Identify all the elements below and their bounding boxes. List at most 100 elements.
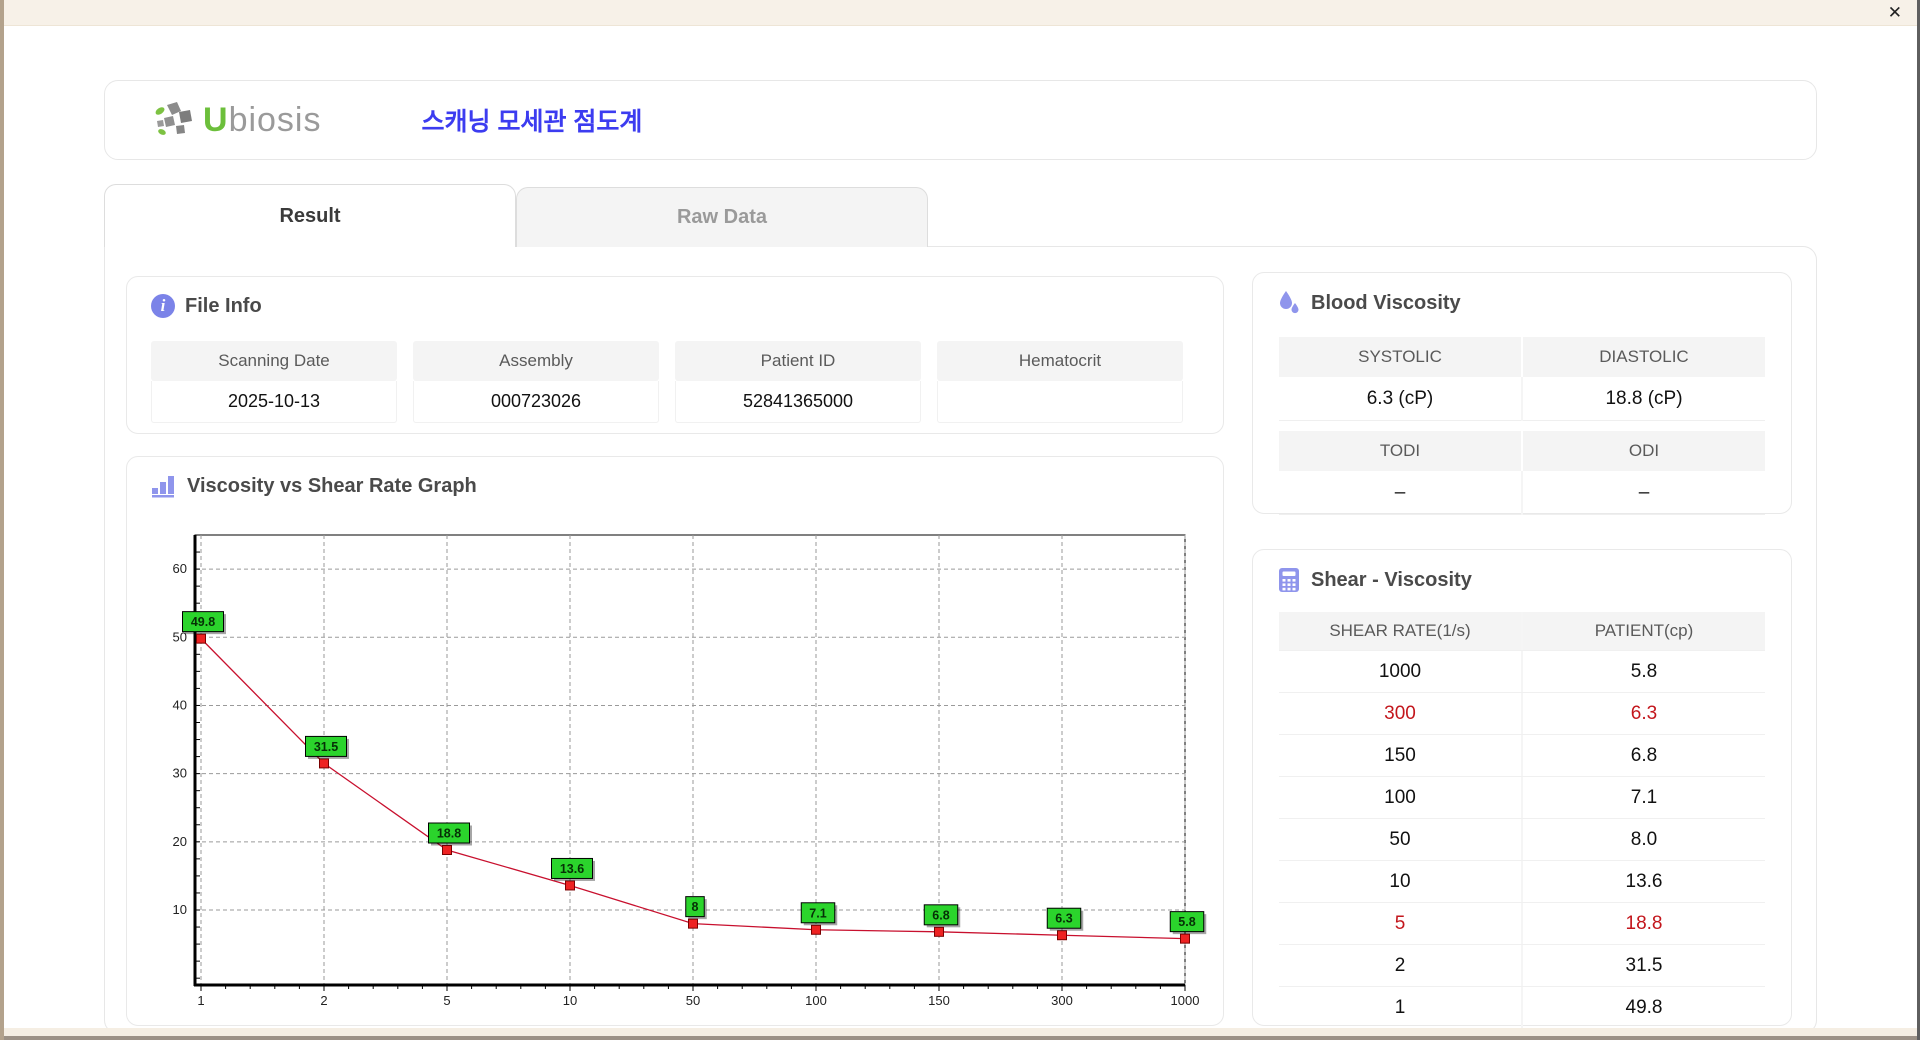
sv-patient-value: 49.8: [1523, 987, 1765, 1028]
bv-metric-label: TODI: [1279, 431, 1521, 471]
shear-viscosity-table: SHEAR RATE(1/s)PATIENT(cp)10005.83006.31…: [1279, 612, 1765, 1029]
svg-text:13.6: 13.6: [560, 862, 584, 876]
brand-rest: biosis: [229, 101, 322, 139]
window-titlebar: ✕: [0, 0, 1920, 26]
field-value: 2025-10-13: [151, 381, 397, 423]
svg-text:10: 10: [563, 993, 577, 1008]
sv-data-row: 10005.8: [1279, 651, 1765, 693]
sv-patient-value: 18.8: [1523, 903, 1765, 944]
field-label: Patient ID: [675, 341, 921, 381]
blood-viscosity-title: Blood Viscosity: [1311, 292, 1461, 315]
window-left-edge: [0, 0, 4, 1040]
svg-text:2: 2: [320, 993, 327, 1008]
sv-patient-value: 5.8: [1523, 651, 1765, 692]
file-info-field: Scanning Date2025-10-13: [151, 341, 397, 423]
sv-header-row: SHEAR RATE(1/s)PATIENT(cp): [1279, 612, 1765, 651]
graph-title: Viscosity vs Shear Rate Graph: [187, 475, 477, 498]
brand-name: Ubiosis: [203, 101, 322, 140]
sv-shear-rate: 300: [1279, 693, 1521, 734]
shear-viscosity-title: Shear - Viscosity: [1311, 569, 1472, 592]
brand-first-letter: U: [203, 101, 229, 139]
svg-text:7.1: 7.1: [809, 906, 826, 920]
bv-header-row: SYSTOLICDIASTOLIC: [1279, 337, 1765, 377]
file-info-field: Patient ID52841365000: [675, 341, 921, 423]
sv-shear-rate: 2: [1279, 945, 1521, 986]
sv-patient-value: 31.5: [1523, 945, 1765, 986]
tab-raw-data[interactable]: Raw Data: [516, 187, 928, 247]
close-icon[interactable]: ✕: [1888, 3, 1902, 23]
bv-metric-label: ODI: [1523, 431, 1765, 471]
sv-data-row: 508.0: [1279, 819, 1765, 861]
shear-viscosity-header: Shear - Viscosity: [1253, 550, 1791, 593]
tab-raw-data-label: Raw Data: [677, 206, 767, 229]
window-bottom-edge: [0, 1036, 1920, 1040]
field-value: 52841365000: [675, 381, 921, 423]
sv-shear-rate: 100: [1279, 777, 1521, 818]
svg-text:6.3: 6.3: [1055, 912, 1072, 926]
svg-text:5.8: 5.8: [1178, 915, 1195, 929]
bv-metric-label: SYSTOLIC: [1279, 337, 1521, 377]
svg-text:31.5: 31.5: [314, 740, 338, 754]
svg-text:8: 8: [692, 900, 699, 914]
blood-viscosity-card: Blood Viscosity SYSTOLICDIASTOLIC6.3 (cP…: [1252, 272, 1792, 514]
svg-text:50: 50: [686, 993, 700, 1008]
bv-metric-value: –: [1523, 471, 1765, 515]
svg-text:1000: 1000: [1171, 993, 1200, 1008]
blood-viscosity-table: SYSTOLICDIASTOLIC6.3 (cP)18.8 (cP)TODIOD…: [1279, 337, 1765, 515]
bv-metric-value: 18.8 (cP): [1523, 377, 1765, 421]
sv-data-row: 1013.6: [1279, 861, 1765, 903]
svg-text:300: 300: [1051, 993, 1073, 1008]
info-icon: i: [151, 294, 175, 318]
svg-text:150: 150: [928, 993, 950, 1008]
sv-data-row: 149.8: [1279, 987, 1765, 1029]
svg-text:30: 30: [173, 766, 187, 781]
window-bottom-strip: [0, 1028, 1920, 1036]
header-card: Ubiosis 스캐닝 모세관 점도계: [104, 80, 1817, 160]
bv-value-row: ––: [1279, 471, 1765, 515]
graph-card: Viscosity vs Shear Rate Graph 10 20 30 40 50…: [126, 456, 1224, 1026]
field-value: 000723026: [413, 381, 659, 423]
bv-metric-value: –: [1279, 471, 1521, 515]
sv-column-header: PATIENT(cp): [1523, 612, 1765, 650]
field-label: Assembly: [413, 341, 659, 381]
bv-header-row: TODIODI: [1279, 431, 1765, 471]
sv-shear-rate: 50: [1279, 819, 1521, 860]
file-info-fields: Scanning Date2025-10-13Assembly000723026…: [151, 341, 1183, 423]
svg-text:18.8: 18.8: [437, 827, 461, 841]
file-info-field: Hematocrit: [937, 341, 1183, 423]
shear-viscosity-card: Shear - Viscosity SHEAR RATE(1/s)PATIENT…: [1252, 549, 1792, 1026]
svg-text:60: 60: [173, 561, 187, 576]
brand: Ubiosis: [153, 99, 322, 141]
svg-text:49.8: 49.8: [191, 615, 215, 629]
blood-viscosity-header: Blood Viscosity: [1253, 273, 1791, 316]
bar-chart-icon: [151, 474, 177, 498]
svg-text:5: 5: [443, 993, 450, 1008]
sv-patient-value: 6.3: [1523, 693, 1765, 734]
field-label: Scanning Date: [151, 341, 397, 381]
tab-result[interactable]: Result: [104, 184, 516, 247]
ubiosis-logo-icon: [153, 99, 197, 141]
sv-data-row: 1007.1: [1279, 777, 1765, 819]
file-info-header: i File Info: [127, 277, 1223, 318]
sv-patient-value: 7.1: [1523, 777, 1765, 818]
sv-column-header: SHEAR RATE(1/s): [1279, 612, 1521, 650]
sv-shear-rate: 5: [1279, 903, 1521, 944]
svg-text:20: 20: [173, 834, 187, 849]
file-info-title: File Info: [185, 295, 262, 318]
tab-result-label: Result: [279, 205, 340, 228]
sv-data-row: 231.5: [1279, 945, 1765, 987]
graph-header: Viscosity vs Shear Rate Graph: [127, 457, 1223, 498]
sv-data-row: 518.8: [1279, 903, 1765, 945]
file-info-card: i File Info Scanning Date2025-10-13Assem…: [126, 276, 1224, 434]
sv-shear-rate: 10: [1279, 861, 1521, 902]
file-info-field: Assembly000723026: [413, 341, 659, 423]
droplets-icon: [1277, 290, 1301, 316]
sv-data-row: 3006.3: [1279, 693, 1765, 735]
field-label: Hematocrit: [937, 341, 1183, 381]
svg-text:40: 40: [173, 697, 187, 712]
viscosity-chart: 1020304050601251050100150300100049.831.5…: [147, 515, 1222, 1025]
svg-text:1: 1: [197, 993, 204, 1008]
sv-patient-value: 6.8: [1523, 735, 1765, 776]
bv-metric-label: DIASTOLIC: [1523, 337, 1765, 377]
sv-data-row: 1506.8: [1279, 735, 1765, 777]
